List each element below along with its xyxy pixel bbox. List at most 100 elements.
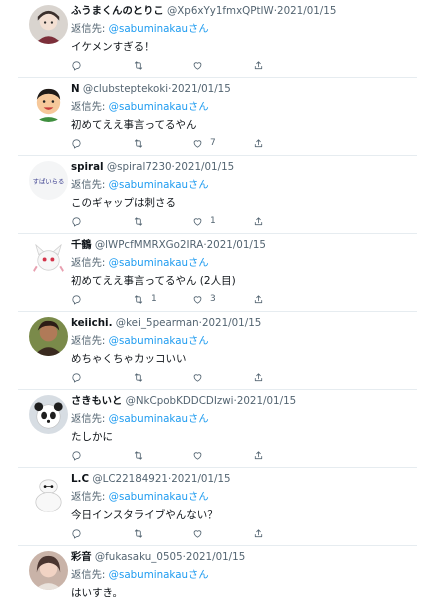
reply-button[interactable] (71, 292, 89, 306)
reply-button[interactable] (71, 58, 89, 72)
avatar-handwriting: すぱいらる (33, 177, 65, 185)
user-handle[interactable]: @LC22184921 (92, 473, 168, 485)
tweet[interactable]: L.C @LC22184921·2021/01/15 返信先: @sabumin… (0, 468, 425, 546)
reply-handle-link[interactable]: @sabuminakau (109, 23, 188, 35)
retweet-button[interactable] (133, 448, 151, 462)
retweet-icon (134, 294, 143, 304)
person-avatar[interactable] (29, 317, 68, 356)
reply-handle-link[interactable]: @sabuminakau (109, 101, 188, 113)
display-name[interactable]: keiichi. (71, 317, 113, 329)
share-button[interactable] (253, 136, 264, 150)
tweet-actions (71, 526, 271, 540)
reply-button[interactable] (71, 214, 89, 228)
cartoon-boy-avatar[interactable] (29, 83, 68, 122)
like-button[interactable] (192, 526, 210, 540)
user-handle[interactable]: @kei_5pearman (116, 317, 199, 329)
tweet-date[interactable]: 2021/01/15 (171, 83, 230, 95)
user-handle[interactable]: @spiral7230 (107, 161, 172, 173)
handwritten-avatar[interactable]: すぱいらる (29, 161, 68, 200)
reply-handle-link[interactable]: @sabuminakau (109, 257, 188, 269)
reply-handle-link[interactable]: @sabuminakau (109, 335, 188, 347)
share-button[interactable] (253, 448, 264, 462)
display-name[interactable]: L.C (71, 473, 89, 485)
retweet-button[interactable] (133, 370, 151, 384)
reply-button[interactable] (71, 136, 89, 150)
like-count: 1 (210, 216, 216, 226)
user-handle[interactable]: @fukasaku_0505 (95, 551, 183, 563)
tweet-text: 初めてええ事言ってるやん (2人目) (71, 275, 236, 287)
panda-avatar[interactable] (29, 395, 68, 434)
reply-prefix: 返信先: (71, 335, 106, 347)
like-count: 7 (210, 138, 216, 148)
reply-handle-link[interactable]: @sabuminakau (109, 569, 188, 581)
user-handle[interactable]: @lWPcfMMRXGo2IRA (95, 239, 203, 251)
reply-context: 返信先: @sabuminakauさん (71, 568, 209, 582)
user-handle[interactable]: @clubsteptekoki (83, 83, 168, 95)
share-button[interactable] (253, 370, 264, 384)
tweet[interactable]: ふうまくんのとりこ @Xp6xYy1fmxQPtIW·2021/01/15 返信… (0, 0, 425, 78)
like-button[interactable]: 3 (192, 292, 216, 306)
retweet-icon (134, 60, 143, 70)
white-creature-avatar[interactable] (29, 239, 68, 278)
reply-suffix: さん (188, 23, 209, 35)
user-handle[interactable]: @Xp6xYy1fmxQPtIW (167, 5, 274, 17)
tweet-text: 今日インスタライブやんない？ (71, 509, 218, 521)
display-name[interactable]: さきもいと (71, 395, 122, 407)
reply-prefix: 返信先: (71, 413, 106, 425)
reply-handle-link[interactable]: @sabuminakau (109, 413, 188, 425)
tweet-date[interactable]: 2021/01/15 (207, 239, 266, 251)
heart-icon (193, 529, 202, 538)
retweet-button[interactable] (133, 58, 151, 72)
like-button[interactable] (192, 448, 210, 462)
display-name[interactable]: 彩音 (71, 551, 92, 563)
reply-button[interactable] (71, 448, 89, 462)
tweet[interactable]: keiichi. @kei_5pearman·2021/01/15 返信先: @… (0, 312, 425, 390)
robot-avatar[interactable] (29, 473, 68, 512)
reply-suffix: さん (188, 413, 209, 425)
retweet-button[interactable] (133, 526, 151, 540)
retweet-button[interactable] (133, 136, 151, 150)
like-button[interactable]: 1 (192, 214, 216, 228)
tweet[interactable]: 千鶴 @lWPcfMMRXGo2IRA·2021/01/15 返信先: @sab… (0, 234, 425, 312)
like-button[interactable] (192, 58, 210, 72)
display-name[interactable]: N (71, 83, 80, 95)
retweet-icon (134, 450, 143, 460)
tweet-actions (71, 370, 271, 384)
photo-avatar[interactable] (29, 551, 68, 590)
share-button[interactable] (253, 526, 264, 540)
user-handle[interactable]: @NkCpobKDDCDIzwi (126, 395, 234, 407)
tweet[interactable]: さきもいと @NkCpobKDDCDIzwi·2021/01/15 返信先: @… (0, 390, 425, 468)
tweet-date[interactable]: 2021/01/15 (171, 473, 230, 485)
tweet-header: L.C @LC22184921·2021/01/15 (71, 472, 413, 486)
display-name[interactable]: 千鶴 (71, 239, 92, 251)
reply-button[interactable] (71, 370, 89, 384)
reply-icon (72, 60, 81, 70)
tweet[interactable]: 彩音 @fukasaku_0505·2021/01/15 返信先: @sabum… (0, 546, 425, 600)
tweet-date[interactable]: 2021/01/15 (277, 5, 336, 17)
reply-handle-link[interactable]: @sabuminakau (109, 179, 188, 191)
reply-icon (72, 216, 81, 226)
tweet-date[interactable]: 2021/01/15 (175, 161, 234, 173)
reply-icon (72, 450, 81, 460)
reply-icon (72, 138, 81, 148)
share-button[interactable] (253, 214, 264, 228)
tweet-date[interactable]: 2021/01/15 (202, 317, 261, 329)
tweet-date[interactable]: 2021/01/15 (237, 395, 296, 407)
share-button[interactable] (253, 292, 264, 306)
like-button[interactable]: 7 (192, 136, 216, 150)
tweet-text: たしかに (71, 431, 113, 443)
tweet[interactable]: すぱいらる spiral @spiral7230·2021/01/15 返信先:… (0, 156, 425, 234)
retweet-button[interactable] (133, 214, 151, 228)
display-name[interactable]: ふうまくんのとりこ (71, 5, 164, 17)
reply-prefix: 返信先: (71, 101, 106, 113)
share-button[interactable] (253, 58, 264, 72)
display-name[interactable]: spiral (71, 161, 104, 173)
retweet-button[interactable]: 1 (133, 292, 157, 306)
girl-avatar[interactable] (29, 5, 68, 44)
like-button[interactable] (192, 370, 210, 384)
tweet[interactable]: N @clubsteptekoki·2021/01/15 返信先: @sabum… (0, 78, 425, 156)
reply-button[interactable] (71, 526, 89, 540)
reply-context: 返信先: @sabuminakauさん (71, 412, 209, 426)
reply-handle-link[interactable]: @sabuminakau (109, 491, 188, 503)
tweet-date[interactable]: 2021/01/15 (186, 551, 245, 563)
